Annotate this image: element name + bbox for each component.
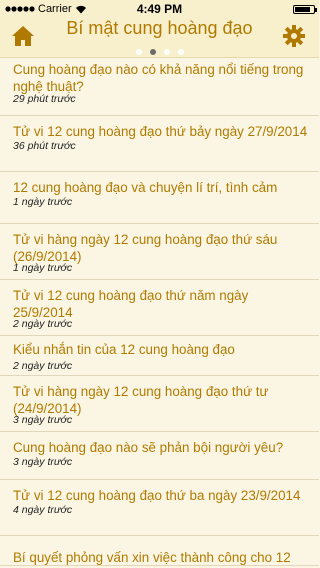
article-item[interactable]: Cung hoàng đạo nào có khả năng nổi tiếng…	[0, 58, 319, 116]
navigation-bar: Carrier 4:49 PM Bí mật cung hoàng đạo	[0, 0, 319, 58]
article-title: Bí quyết phỏng vấn xin việc thành công c…	[13, 550, 291, 565]
article-time: 29 phút trước	[13, 93, 76, 105]
status-bar: Carrier 4:49 PM	[0, 0, 319, 18]
battery-icon	[293, 5, 317, 14]
article-time: 3 ngày trước	[13, 456, 73, 468]
article-item[interactable]: Tử vi 12 cung hoàng đạo thứ năm ngày 25/…	[0, 280, 319, 336]
article-time: 1 ngày trước	[13, 262, 73, 274]
page-dot[interactable]	[163, 49, 170, 55]
article-title: Tử vi 12 cung hoàng đạo thứ năm ngày 25/…	[13, 288, 249, 320]
article-title: 12 cung hoàng đạo và chuyện lí trí, tình…	[13, 180, 278, 195]
article-title: Kiểu nhắn tin của 12 cung hoàng đạo	[13, 342, 235, 357]
page-dot[interactable]	[177, 49, 184, 55]
article-title: Tử vi 12 cung hoàng đạo thứ ba ngày 23/9…	[13, 488, 301, 503]
page-dot[interactable]	[149, 49, 156, 55]
gear-icon	[283, 25, 305, 47]
status-time: 4:49 PM	[136, 2, 183, 16]
article-title: Cung hoàng đạo nào sẽ phản bội người yêu…	[13, 440, 284, 455]
page-title: Bí mật cung hoàng đạo	[66, 18, 253, 38]
page-dot[interactable]	[135, 49, 142, 55]
article-time: 3 ngày trước	[13, 414, 73, 426]
article-item[interactable]: Tử vi hàng ngày 12 cung hoàng đạo thứ tư…	[0, 376, 319, 432]
article-time: 1 ngày trước	[13, 196, 73, 208]
article-item[interactable]: Tử vi hàng ngày 12 cung hoàng đạo thứ sá…	[0, 224, 319, 280]
article-item[interactable]: Tử vi 12 cung hoàng đạo thứ bảy ngày 27/…	[0, 116, 319, 172]
article-time: 4 ngày trước	[13, 504, 73, 516]
article-item[interactable]: Cung hoàng đạo nào sẽ phản bội người yêu…	[0, 432, 319, 480]
article-list: Cung hoàng đạo nào có khả năng nổi tiếng…	[0, 58, 319, 566]
article-title: Tử vi hàng ngày 12 cung hoàng đạo thứ sá…	[13, 232, 278, 264]
article-item[interactable]: Tử vi 12 cung hoàng đạo thứ ba ngày 23/9…	[0, 480, 319, 536]
article-title: Tử vi hàng ngày 12 cung hoàng đạo thứ tư…	[13, 384, 269, 416]
article-item[interactable]: 12 cung hoàng đạo và chuyện lí trí, tình…	[0, 172, 319, 224]
article-time: 2 ngày trước	[13, 318, 73, 330]
settings-button[interactable]	[283, 25, 305, 47]
article-item[interactable]: Bí quyết phỏng vấn xin việc thành công c…	[0, 536, 319, 566]
article-title: Cung hoàng đạo nào có khả năng nổi tiếng…	[13, 62, 304, 94]
article-time: 2 ngày trước	[13, 360, 73, 372]
article-item[interactable]: Kiểu nhắn tin của 12 cung hoàng đạo 2 ngà…	[0, 336, 319, 376]
article-time: 36 phút trước	[13, 140, 76, 152]
page-indicator[interactable]	[0, 42, 319, 55]
article-title: Tử vi 12 cung hoàng đạo thứ bảy ngày 27/…	[13, 124, 308, 139]
